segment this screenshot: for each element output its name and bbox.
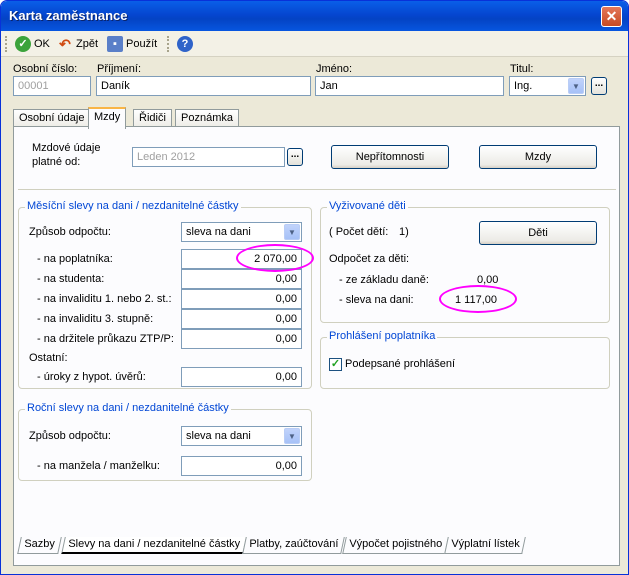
- rocni-slevy-title: Roční slevy na dani / nezdanitelné částk…: [25, 402, 231, 414]
- zpusob-odpoctu-value: sleva na dani: [186, 226, 251, 238]
- toolbar-separator: [167, 36, 170, 52]
- prohlaseni-checkbox[interactable]: ✓: [329, 358, 342, 371]
- invalidita-3-field[interactable]: 0,00: [181, 309, 302, 329]
- undo-arrow-icon: ↶: [59, 36, 71, 52]
- ztpp-label: - na držitele průkazu ZTP/P:: [37, 333, 174, 345]
- tab-sazby[interactable]: Sazby: [17, 537, 62, 554]
- tab-platby-label: Platby, zaúčtování: [249, 538, 339, 550]
- platne-od-label-line2: platné od:: [32, 156, 81, 168]
- title-bar: Karta zaměstnance ✕: [1, 1, 628, 31]
- employee-card-window: Karta zaměstnance ✕ ✓ OK ↶ Zpět ▪ Použít…: [0, 0, 629, 575]
- titul-select[interactable]: Ing. ▼: [509, 76, 586, 96]
- ok-label: OK: [34, 38, 50, 50]
- platne-od-browse-button[interactable]: ...: [287, 148, 303, 166]
- deti-button[interactable]: Děti: [479, 221, 597, 245]
- manzel-field[interactable]: 0,00: [181, 456, 302, 476]
- ztpp-field[interactable]: 0,00: [181, 329, 302, 349]
- prohlaseni-group: Prohlášení poplatníka ✓ Podepsané prohlá…: [320, 330, 610, 389]
- mesicni-slevy-title: Měsíční slevy na dani / nezdanitelné čás…: [25, 200, 241, 212]
- uroky-field[interactable]: 0,00: [181, 367, 302, 387]
- pocet-deti-value: 1): [399, 226, 409, 238]
- jmeno-field[interactable]: Jan: [315, 76, 504, 96]
- titul-value: Ing.: [514, 80, 533, 92]
- vyzivovane-deti-title: Vyživované děti: [327, 200, 408, 212]
- platne-od-field[interactable]: Leden 2012: [132, 147, 285, 167]
- prijmeni-field[interactable]: Daník: [96, 76, 311, 96]
- tab-vyplatni-label: Výplatní lístek: [451, 538, 520, 550]
- close-button[interactable]: ✕: [601, 6, 622, 27]
- check-icon: ✓: [15, 36, 31, 52]
- window-title: Karta zaměstnance: [9, 8, 128, 23]
- divider: [18, 189, 616, 190]
- titul-browse-button[interactable]: ...: [591, 77, 607, 95]
- rocni-zpusob-label: Způsob odpočtu:: [29, 430, 111, 442]
- highlight-ellipse-deti: [439, 285, 517, 313]
- zpusob-odpoctu-select[interactable]: sleva na dani ▼: [181, 222, 302, 242]
- invalidita-3-label: - na invaliditu 3. stupně:: [37, 313, 154, 325]
- chevron-down-icon[interactable]: ▼: [568, 78, 584, 94]
- prohlaseni-title: Prohlášení poplatníka: [327, 330, 438, 342]
- odpocet-za-deti-label: Odpočet za děti:: [329, 253, 410, 265]
- apply-button[interactable]: ▪ Použít: [107, 35, 157, 53]
- highlight-ellipse-poplatnik: [236, 244, 314, 272]
- prijmeni-label: Příjmení:: [97, 63, 142, 75]
- tab-mzdy[interactable]: Mzdy: [88, 107, 127, 129]
- close-icon: ✕: [605, 8, 618, 24]
- rocni-zpusob-select[interactable]: sleva na dani ▼: [181, 426, 302, 446]
- sleva-na-dani-label: - sleva na dani:: [339, 294, 414, 306]
- mesicni-slevy-group: Měsíční slevy na dani / nezdanitelné čás…: [18, 200, 312, 389]
- prohlaseni-checkbox-label[interactable]: Podepsané prohlášení: [345, 358, 455, 370]
- platne-od-label-line1: Mzdové údaje: [32, 142, 101, 154]
- chevron-down-icon[interactable]: ▼: [284, 224, 300, 240]
- jmeno-label: Jméno:: [316, 63, 353, 75]
- ostatni-label: Ostatní:: [29, 352, 68, 364]
- tab-slevy-label: Slevy na dani / nezdanitelné částky: [68, 538, 241, 550]
- back-button[interactable]: ↶ Zpět: [57, 35, 98, 53]
- tab-vyplatni-listek[interactable]: Výplatní lístek: [444, 537, 527, 554]
- tab-slevy-na-dani[interactable]: Slevy na dani / nezdanitelné částky: [61, 537, 247, 554]
- zpusob-odpoctu-label: Způsob odpočtu:: [29, 226, 111, 238]
- toolbar-grip[interactable]: [5, 36, 8, 52]
- na-poplatnika-label: - na poplatníka:: [37, 253, 113, 265]
- mzdy-button[interactable]: Mzdy: [479, 145, 597, 169]
- rocni-zpusob-value: sleva na dani: [186, 430, 251, 442]
- apply-label: Použít: [126, 38, 158, 50]
- nepritomnosti-button[interactable]: Nepřítomnosti: [331, 145, 449, 169]
- pocet-deti-label: ( Počet dětí:: [329, 226, 389, 238]
- check-icon: ✓: [330, 358, 341, 370]
- mzdy-panel: Mzdové údaje platné od: Leden 2012 ... N…: [13, 126, 620, 566]
- tab-sazby-label: Sazby: [24, 538, 55, 550]
- tab-vypocet-label: Výpočet pojistného: [349, 538, 443, 550]
- save-disk-icon: ▪: [107, 36, 123, 52]
- ok-button[interactable]: ✓ OK: [15, 35, 50, 53]
- rocni-slevy-group: Roční slevy na dani / nezdanitelné částk…: [18, 402, 312, 481]
- na-studenta-field[interactable]: 0,00: [181, 269, 302, 289]
- help-button[interactable]: ?: [177, 35, 193, 53]
- ze-zakladu-dane-label: - ze základu daně:: [339, 274, 429, 286]
- titul-label: Titul:: [510, 63, 534, 75]
- tab-platby[interactable]: Platby, zaúčtování: [242, 537, 345, 554]
- toolbar: ✓ OK ↶ Zpět ▪ Použít ?: [1, 31, 628, 57]
- osobni-cislo-field[interactable]: 00001: [13, 76, 91, 96]
- manzel-label: - na manžela / manželku:: [37, 460, 160, 472]
- help-icon: ?: [177, 36, 193, 52]
- back-label: Zpět: [76, 38, 99, 50]
- uroky-label: - úroky z hypot. úvěrů:: [37, 371, 146, 383]
- invalidita-12-label: - na invaliditu 1. nebo 2. st.:: [37, 293, 172, 305]
- chevron-down-icon[interactable]: ▼: [284, 428, 300, 444]
- tab-vypocet-pojistneho[interactable]: Výpočet pojistného: [342, 537, 449, 554]
- osobni-cislo-label: Osobní číslo:: [13, 63, 78, 75]
- na-studenta-label: - na studenta:: [37, 273, 105, 285]
- bottom-tabs: Sazby Slevy na dani / nezdanitelné částk…: [13, 537, 620, 555]
- invalidita-12-field[interactable]: 0,00: [181, 289, 302, 309]
